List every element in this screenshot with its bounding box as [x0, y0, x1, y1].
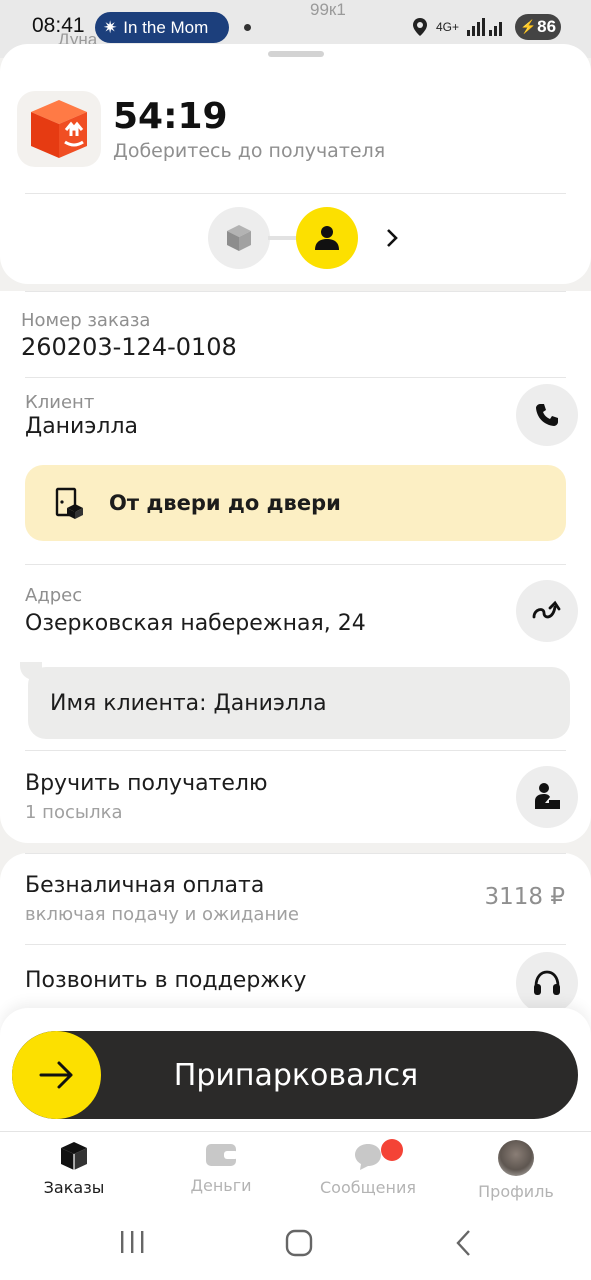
bolt-icon: ⚡	[519, 19, 537, 34]
payment-subtitle: включая подачу и ожидание	[25, 904, 299, 925]
notification-dot-icon	[244, 24, 251, 31]
divider	[25, 377, 566, 378]
payment-title: Безналичная оплата	[25, 873, 265, 898]
route-stage-text: Доберитесь до получателя	[113, 140, 386, 162]
order-number-value: 260203-124-0108	[21, 333, 237, 361]
location-icon	[412, 18, 427, 36]
package-icon	[227, 225, 251, 251]
headset-icon	[534, 970, 560, 995]
client-note-bubble: Имя клиента: Даниэлла	[28, 667, 570, 739]
battery-indicator: ⚡ 86	[515, 14, 561, 40]
sheet-drag-handle[interactable]	[268, 51, 324, 57]
tab-label: Деньги	[190, 1176, 252, 1195]
client-label: Клиент	[25, 392, 95, 413]
now-playing-text: In the Mom	[123, 17, 209, 37]
address-label: Адрес	[25, 585, 83, 606]
avatar	[498, 1140, 534, 1176]
route-icon	[532, 600, 561, 619]
signal-icon	[467, 18, 502, 36]
status-time: 08:41	[32, 14, 85, 37]
slider-knob[interactable]	[12, 1031, 101, 1119]
tab-label: Профиль	[478, 1182, 554, 1201]
call-client-button[interactable]	[516, 384, 578, 446]
arrow-right-icon	[39, 1061, 72, 1089]
tab-profile[interactable]: Профиль	[456, 1140, 576, 1201]
map-label: 99к1	[310, 0, 346, 19]
order-price: 3118 ₽	[484, 884, 565, 910]
tab-label: Заказы	[43, 1178, 105, 1197]
step-pickup[interactable]	[208, 207, 270, 269]
back-icon[interactable]	[452, 1228, 476, 1258]
status-icons: 4G+ ⚡ 86	[412, 14, 561, 40]
handover-title: Вручить получателю	[25, 771, 268, 796]
handover-count: 1 посылка	[25, 802, 123, 823]
divider	[25, 193, 566, 194]
orders-cube-icon	[61, 1142, 87, 1170]
phone-icon	[536, 404, 558, 426]
handover-button[interactable]	[516, 766, 578, 828]
tab-money[interactable]: Деньги	[161, 1140, 281, 1195]
courier-handover-icon	[535, 783, 560, 809]
eta-timer: 54:19	[113, 96, 228, 137]
delivery-type-tag: От двери до двери	[25, 465, 566, 541]
recent-apps-icon[interactable]	[118, 1229, 148, 1255]
door-package-icon	[55, 487, 83, 519]
step-recipient[interactable]	[296, 207, 358, 269]
divider	[25, 944, 566, 945]
chat-bubble-icon	[355, 1144, 381, 1170]
tab-messages[interactable]: Сообщения	[308, 1140, 428, 1197]
tab-label: Сообщения	[319, 1178, 416, 1197]
delivery-type-text: От двери до двери	[109, 491, 341, 515]
divider	[25, 750, 566, 751]
person-icon	[315, 226, 339, 250]
home-icon[interactable]	[284, 1228, 314, 1258]
battery-level: 86	[537, 17, 557, 36]
order-details-card	[0, 291, 591, 843]
divider	[25, 564, 566, 565]
divider	[25, 291, 566, 292]
parked-slider-label: Припарковался	[173, 1057, 419, 1093]
support-label[interactable]: Позвонить в поддержку	[25, 968, 306, 993]
route-button[interactable]	[516, 580, 578, 642]
chevron-right-icon[interactable]	[383, 226, 401, 254]
unread-badge	[381, 1139, 403, 1161]
now-playing-chip[interactable]: ✷ In the Mom	[95, 12, 229, 43]
address-value: Озерковская набережная, 24	[25, 611, 366, 636]
order-number-label: Номер заказа	[21, 310, 151, 331]
sparkle-icon: ✷	[103, 17, 118, 37]
client-name: Даниэлла	[25, 414, 139, 439]
divider	[25, 853, 566, 854]
tab-orders[interactable]: Заказы	[14, 1140, 134, 1197]
delivery-box-icon	[17, 91, 101, 167]
call-support-button[interactable]	[516, 952, 578, 1014]
wallet-icon	[206, 1144, 238, 1166]
network-type: 4G+	[435, 20, 459, 34]
